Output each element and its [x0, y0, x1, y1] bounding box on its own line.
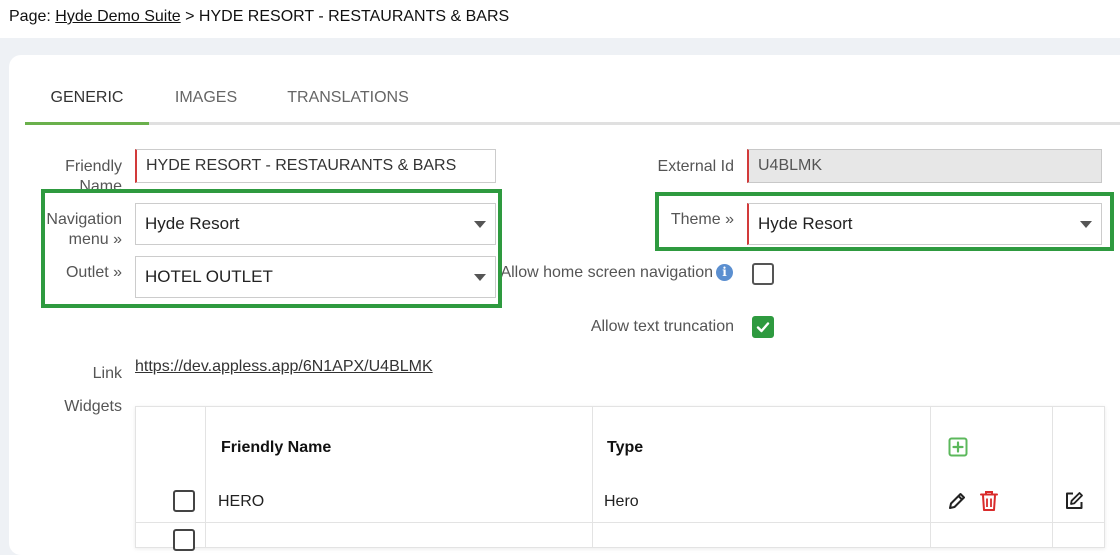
- info-icon[interactable]: i: [716, 264, 733, 281]
- tab-translations[interactable]: TRANSLATIONS: [283, 76, 413, 122]
- tab-images[interactable]: IMAGES: [165, 76, 247, 122]
- pencil-icon: [949, 493, 965, 509]
- highlight-box-navigation-outlet: [41, 189, 502, 308]
- breadcrumb-parent-link[interactable]: Hyde Demo Suite: [55, 8, 180, 25]
- page-link[interactable]: https://dev.appless.app/6N1APX/U4BLMK: [135, 358, 433, 376]
- add-widget-button[interactable]: [948, 437, 968, 462]
- external-id-label: External Id: [657, 158, 734, 175]
- allow-home-nav-checkbox[interactable]: [752, 263, 774, 285]
- tab-generic[interactable]: GENERIC: [25, 76, 149, 125]
- row-select-checkbox[interactable]: [173, 490, 195, 512]
- open-editor-button[interactable]: [1063, 490, 1085, 517]
- tab-bar: GENERIC IMAGES TRANSLATIONS: [25, 76, 1120, 125]
- allow-text-truncation-checkbox[interactable]: [752, 316, 774, 338]
- widgets-label: Widgets: [64, 398, 122, 415]
- top-bar: Page: Hyde Demo Suite > HYDE RESORT - RE…: [0, 0, 1120, 38]
- check-icon: [756, 322, 770, 333]
- breadcrumb: Page: Hyde Demo Suite > HYDE RESORT - RE…: [9, 8, 509, 26]
- breadcrumb-prefix: Page:: [9, 8, 51, 25]
- delete-widget-button[interactable]: [978, 489, 1000, 518]
- column-header-type[interactable]: Type: [607, 439, 643, 457]
- breadcrumb-current: HYDE RESORT - RESTAURANTS & BARS: [198, 8, 510, 25]
- link-label: Link: [92, 365, 122, 382]
- row-select-checkbox[interactable]: [173, 529, 195, 551]
- row-friendly-name: HERO: [218, 493, 265, 510]
- row-type: Hero: [604, 493, 639, 510]
- widgets-table: Friendly Name Type HERO Hero: [135, 406, 1105, 551]
- edit-widget-button[interactable]: [946, 490, 968, 517]
- breadcrumb-separator: >: [185, 8, 195, 25]
- plus-square-icon: [948, 437, 968, 457]
- column-header-friendly-name[interactable]: Friendly Name: [221, 439, 331, 457]
- trash-icon: [980, 491, 998, 511]
- highlight-box-theme: [655, 192, 1114, 251]
- friendly-name-input[interactable]: HYDE RESORT - RESTAURANTS & BARS: [135, 149, 496, 183]
- allow-text-truncation-label: Allow text truncation: [590, 318, 734, 335]
- external-id-field: U4BLMK: [747, 149, 1102, 183]
- allow-home-nav-label: Allow home screen navigation: [500, 264, 713, 281]
- edit-square-icon: [1066, 492, 1083, 509]
